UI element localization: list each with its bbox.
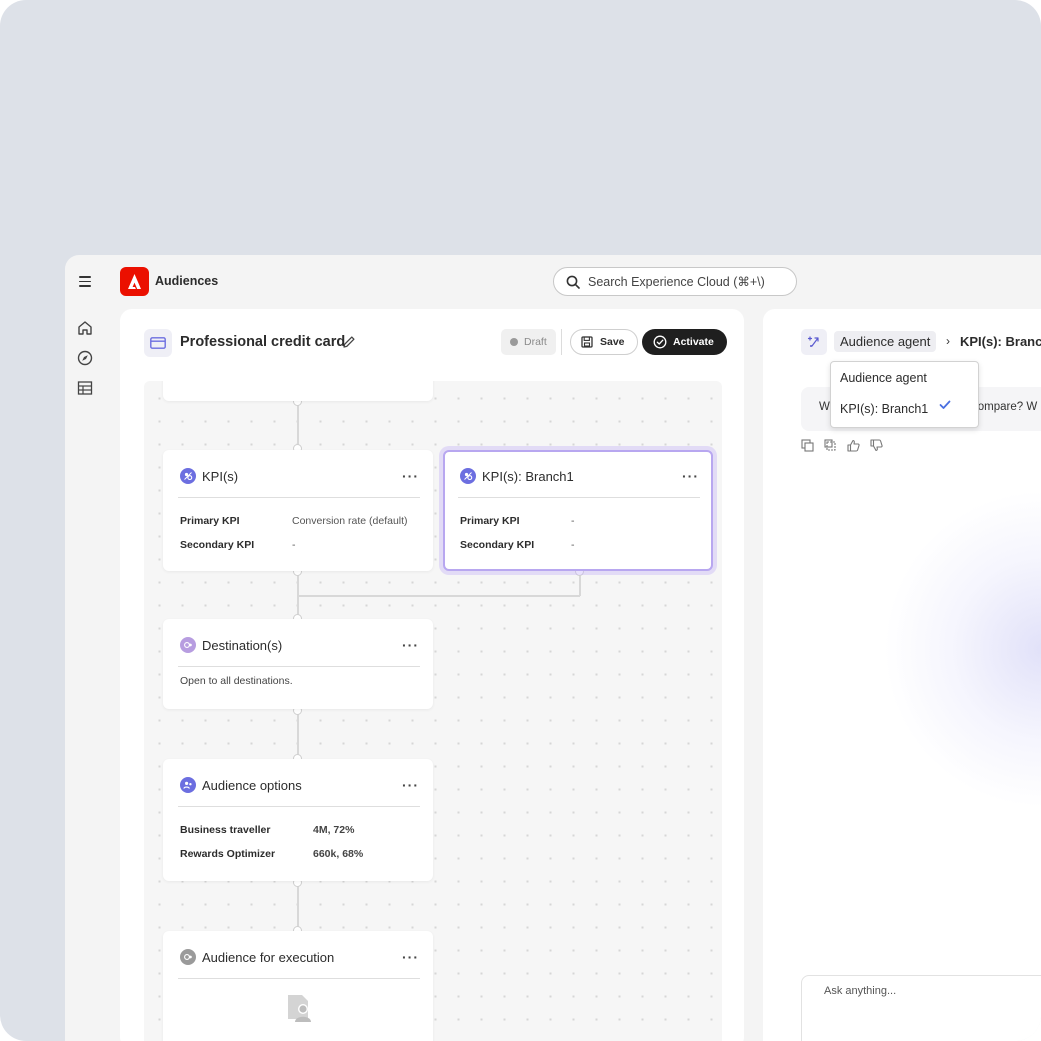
card-title: KPI(s) xyxy=(202,468,239,484)
breadcrumb-root[interactable]: Audience agent xyxy=(834,331,937,352)
row-label: Primary KPI xyxy=(460,515,520,527)
status-badge: Draft xyxy=(501,329,556,355)
journey-canvas[interactable]: KPI(s) ··· Primary KPI Conversion rate (d… xyxy=(144,381,722,1041)
page-title: Professional credit card xyxy=(180,334,346,350)
compass-icon[interactable] xyxy=(76,349,94,367)
home-icon[interactable] xyxy=(76,319,94,337)
row-label: Rewards Optimizer xyxy=(180,848,276,860)
table-icon[interactable] xyxy=(76,379,94,397)
breadcrumb-chevron-icon: › xyxy=(946,334,950,348)
row-label: Business traveller xyxy=(180,824,271,836)
kpi-icon xyxy=(460,468,476,484)
previous-card[interactable] xyxy=(163,381,433,401)
save-button[interactable]: Save xyxy=(570,329,638,355)
card-title: KPI(s): Branch1 xyxy=(482,468,574,484)
card-text: Open to all destinations. xyxy=(180,675,293,687)
more-options-icon[interactable]: ··· xyxy=(402,778,419,792)
card-title: Audience options xyxy=(202,777,302,793)
hamburger-menu-icon[interactable] xyxy=(79,276,91,287)
message-text-start: W xyxy=(819,401,830,413)
dropdown-item-kpi-branch[interactable]: KPI(s): Branch1 xyxy=(840,402,928,416)
ask-input[interactable] xyxy=(824,985,1041,997)
message-actions xyxy=(801,439,883,452)
row-label: Primary KPI xyxy=(180,515,240,527)
search-icon xyxy=(566,275,580,289)
card-title: Destination(s) xyxy=(202,637,283,653)
save-icon xyxy=(581,336,593,348)
thumbs-up-icon[interactable] xyxy=(847,439,860,452)
more-options-icon[interactable]: ··· xyxy=(402,469,419,483)
row-value: - xyxy=(571,539,575,551)
message-text-end: compare? W xyxy=(972,401,1038,413)
card-icon xyxy=(144,329,172,357)
row-value: 4M, 72% xyxy=(313,824,355,836)
breadcrumb-dropdown: Audience agent KPI(s): Branch1 xyxy=(830,361,979,428)
row-label: Secondary KPI xyxy=(460,539,535,551)
save-label: Save xyxy=(600,336,625,348)
ask-box[interactable] xyxy=(801,975,1041,1041)
row-label: Secondary KPI xyxy=(180,539,255,551)
more-options-icon[interactable]: ··· xyxy=(402,950,419,964)
status-label: Draft xyxy=(524,336,547,348)
dropdown-item-audience-agent[interactable]: Audience agent xyxy=(840,371,927,385)
search-input[interactable] xyxy=(588,274,778,289)
backdrop: Audiences Professional credit card Draft… xyxy=(0,0,1041,1041)
divider xyxy=(561,329,562,355)
status-dot xyxy=(510,338,518,346)
destinations-card[interactable]: Destination(s) ··· Open to all destinati… xyxy=(163,619,433,709)
duplicate-icon[interactable] xyxy=(824,439,837,452)
copy-icon[interactable] xyxy=(801,439,814,452)
agent-icon xyxy=(801,329,827,355)
breadcrumb-current: KPI(s): Branch1 xyxy=(960,334,1041,349)
more-options-icon[interactable]: ··· xyxy=(682,469,699,483)
thumbs-down-icon[interactable] xyxy=(870,439,883,452)
activate-label: Activate xyxy=(673,336,714,348)
adobe-logo xyxy=(120,267,149,296)
row-value: - xyxy=(292,539,296,551)
search-bar[interactable] xyxy=(553,267,797,296)
kpi-branch-card[interactable]: KPI(s): Branch1 ··· Primary KPI - Seconda… xyxy=(443,450,713,571)
execution-icon xyxy=(180,949,196,965)
agent-panel: Audience agent › KPI(s): Branch1 W compa… xyxy=(763,309,1041,1041)
row-value: 660k, 68% xyxy=(313,848,364,860)
app-window: Audiences Professional credit card Draft… xyxy=(65,255,1041,1041)
checkmark-icon xyxy=(939,400,951,409)
audience-execution-card[interactable]: Audience for execution ··· xyxy=(163,931,433,1041)
empty-audience-icon xyxy=(288,995,311,1022)
destination-icon xyxy=(180,637,196,653)
audience-icon xyxy=(180,777,196,793)
row-value: - xyxy=(571,515,575,527)
pencil-edit-icon[interactable] xyxy=(342,335,356,349)
row-value: Conversion rate (default) xyxy=(292,515,408,527)
audience-options-card[interactable]: Audience options ··· Business traveller 4… xyxy=(163,759,433,881)
kpi-card[interactable]: KPI(s) ··· Primary KPI Conversion rate (d… xyxy=(163,450,433,571)
app-title: Audiences xyxy=(155,274,219,288)
more-options-icon[interactable]: ··· xyxy=(402,638,419,652)
card-title: Audience for execution xyxy=(202,949,335,965)
kpi-icon xyxy=(180,468,196,484)
activate-button[interactable]: Activate xyxy=(642,329,727,355)
check-circle-icon xyxy=(653,335,667,349)
journey-canvas-panel: Professional credit card Draft Save Acti… xyxy=(120,309,744,1041)
